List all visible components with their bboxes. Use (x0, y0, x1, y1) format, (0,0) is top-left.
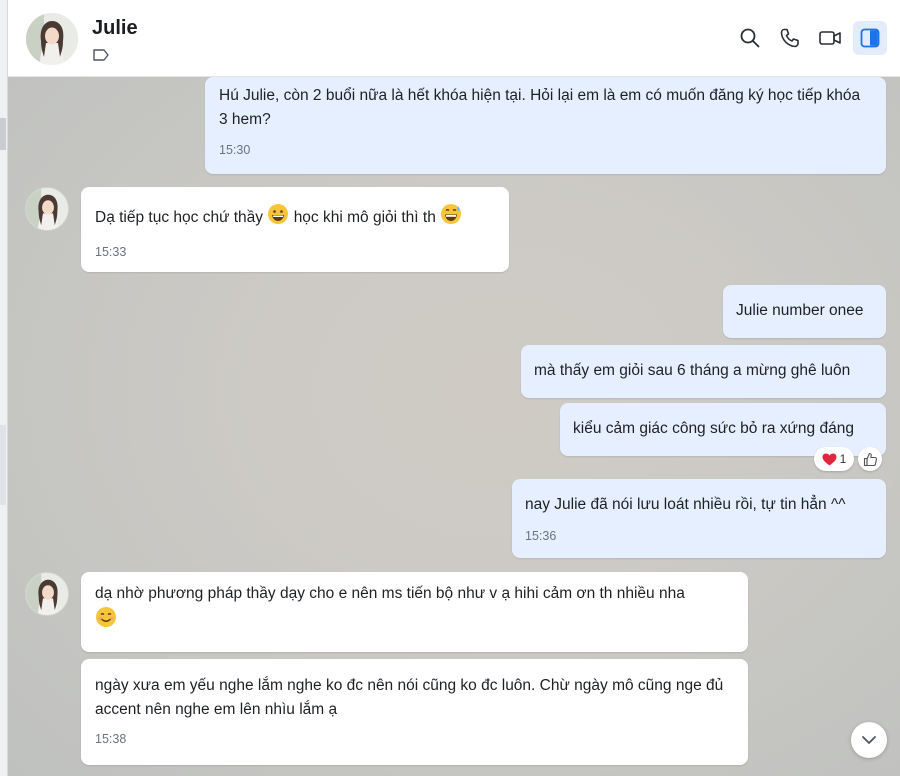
search-icon[interactable] (736, 24, 764, 52)
message-text: mà thấy em giỏi sau 6 tháng a mừng ghê l… (534, 362, 851, 379)
girl-portrait-avatar-icon (26, 188, 68, 230)
message-time: 15:38 (95, 732, 127, 746)
message-text: Hú Julie, còn 2 buổi nữa là hết khóa hiệ… (219, 87, 861, 128)
incoming-message[interactable]: Dạ tiếp tục học chứ thầy học khi mô giỏi… (81, 187, 509, 272)
incoming-message[interactable]: ngày xưa em yếu nghe lắm nghe ko đc nên … (81, 659, 748, 765)
chat-header: Julie (8, 0, 900, 77)
left-panel-indicator (0, 425, 6, 505)
outgoing-message[interactable]: Julie number onee (723, 285, 886, 338)
message-text: học khi mô giỏi thì th (293, 209, 436, 226)
heart-icon (822, 453, 837, 466)
message-text: kiểu cảm giác công sức bỏ ra xứng đáng (573, 420, 854, 437)
message-text: Julie number onee (736, 302, 864, 319)
message-text: ngày xưa em yếu nghe lắm nghe ko đc nên … (95, 677, 724, 718)
outgoing-message[interactable]: nay Julie đã nói lưu loát nhiều rồi, tự … (512, 479, 886, 558)
left-panel-indicator (0, 118, 6, 150)
message-time: 15:30 (219, 143, 251, 157)
outgoing-message[interactable]: Hú Julie, còn 2 buổi nữa là hết khóa hiệ… (205, 77, 886, 174)
message-text: Dạ tiếp tục học chứ thầy (95, 209, 264, 226)
add-reaction-button[interactable] (858, 447, 882, 471)
girl-portrait-avatar-icon (26, 13, 78, 65)
sender-avatar[interactable] (25, 572, 69, 616)
video-icon[interactable] (816, 24, 844, 52)
message-time: 15:33 (95, 245, 127, 259)
left-panel-edge (0, 0, 8, 776)
contact-name[interactable]: Julie (92, 17, 138, 40)
scroll-to-bottom-button[interactable] (851, 722, 887, 758)
grinning-face-emoji-icon (267, 203, 289, 233)
message-text: dạ nhờ phương pháp thầy dạy cho e nên ms… (95, 585, 685, 602)
message-list[interactable]: Hú Julie, còn 2 buổi nữa là hết khóa hiệ… (8, 77, 900, 776)
incoming-message[interactable]: dạ nhờ phương pháp thầy dạy cho e nên ms… (81, 572, 748, 652)
contact-avatar[interactable] (26, 13, 78, 65)
sender-avatar[interactable] (25, 187, 69, 231)
message-text: nay Julie đã nói lưu loát nhiều rồi, tự … (525, 496, 846, 513)
reaction-count: 1 (839, 452, 847, 466)
grinning-sweat-face-emoji-icon (440, 203, 462, 233)
sidebar-toggle-icon[interactable] (853, 21, 887, 55)
girl-portrait-avatar-icon (26, 573, 68, 615)
thumbs-up-icon (863, 452, 878, 467)
phone-icon[interactable] (776, 24, 804, 52)
message-time: 15:36 (525, 529, 557, 543)
smiling-face-emoji-icon (95, 606, 117, 636)
outgoing-message[interactable]: mà thấy em giỏi sau 6 tháng a mừng ghê l… (521, 345, 886, 398)
chevron-down-icon (860, 731, 878, 749)
tag-icon[interactable] (92, 48, 110, 62)
reaction-badge[interactable]: 1 (814, 447, 854, 471)
